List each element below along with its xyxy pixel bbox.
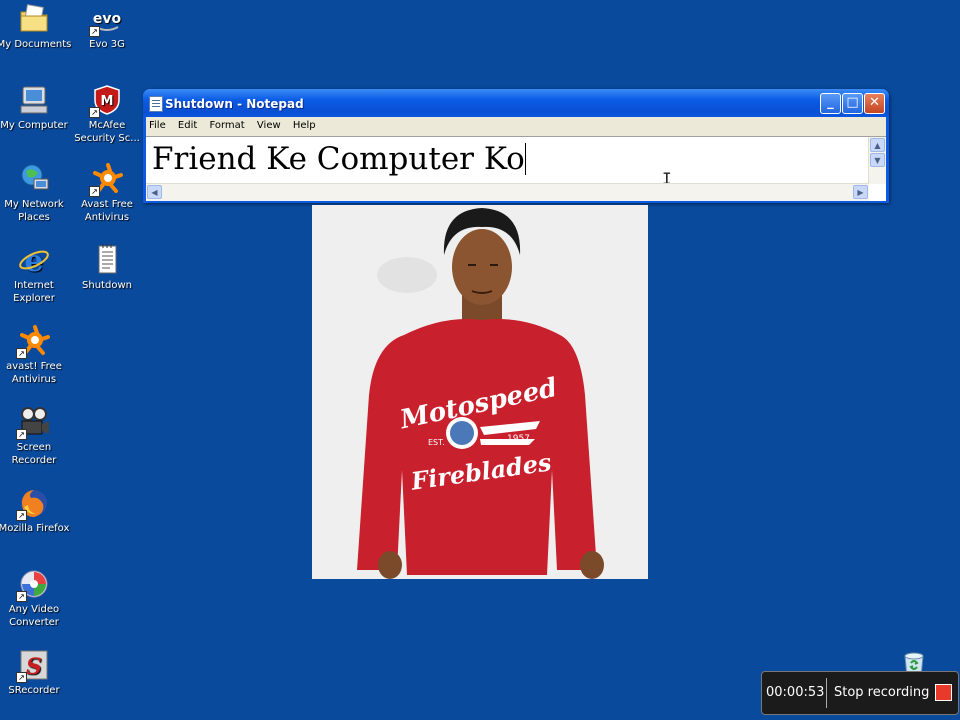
menu-help[interactable]: Help bbox=[290, 117, 322, 131]
desktop-icon-internet-explorer[interactable]: e Internet Explorer bbox=[0, 244, 72, 305]
menu-file[interactable]: File bbox=[146, 117, 172, 131]
internet-explorer-icon: e bbox=[18, 244, 50, 279]
notepad-window[interactable]: Shutdown - Notepad _ □ ✕ File Edit Forma… bbox=[143, 89, 889, 203]
evo-3g-icon: evo ↗ bbox=[89, 3, 123, 37]
srecorder-logo-text: S bbox=[26, 654, 42, 680]
recording-separator bbox=[826, 678, 827, 708]
desktop-icon-avast-free-antivirus[interactable]: ↗ Avast Free Antivirus bbox=[69, 163, 145, 224]
shortcut-arrow-icon: ↗ bbox=[16, 348, 27, 359]
scroll-right-icon[interactable]: ▶ bbox=[853, 185, 868, 199]
shortcut-arrow-icon: ↗ bbox=[89, 26, 100, 37]
scroll-down-icon[interactable]: ▼ bbox=[870, 153, 885, 167]
recording-toolbar: 00:00:53 Stop recording bbox=[761, 671, 959, 715]
shirt-year-text: 1957 bbox=[507, 434, 530, 444]
desktop-icon-shutdown[interactable]: Shutdown bbox=[69, 244, 145, 292]
scroll-left-icon[interactable]: ◀ bbox=[147, 185, 162, 199]
close-button[interactable]: ✕ bbox=[864, 93, 885, 114]
desktop-icon-label: Any Video Converter bbox=[8, 604, 60, 628]
desktop-icon-label: Shutdown bbox=[82, 280, 132, 291]
video-converter-icon: ↗ bbox=[16, 568, 50, 602]
desktop-icon-label: My Documents bbox=[0, 39, 72, 50]
desktop-icon-my-computer[interactable]: My Computer bbox=[0, 84, 72, 132]
desktop-icon-label: Screen Recorder bbox=[11, 442, 57, 466]
desktop-icon-label: My Computer bbox=[0, 120, 68, 131]
menu-edit[interactable]: Edit bbox=[175, 117, 203, 131]
menu-format[interactable]: Format bbox=[206, 117, 250, 131]
desktop-icon-label: Evo 3G bbox=[89, 39, 125, 50]
desktop-icon-my-documents[interactable]: My Documents bbox=[0, 3, 72, 51]
avast-icon: ↗ bbox=[89, 163, 123, 197]
avast-icon: ↗ bbox=[16, 325, 50, 359]
notepad-titlebar[interactable]: Shutdown - Notepad _ □ ✕ bbox=[143, 89, 889, 117]
shirt-est-text: EST. bbox=[428, 438, 445, 447]
my-documents-icon bbox=[18, 3, 50, 35]
mcafee-icon: M ↗ bbox=[89, 84, 123, 118]
desktop-icon-evo-3g[interactable]: evo ↗ Evo 3G bbox=[69, 3, 145, 51]
srecorder-icon: S ↗ bbox=[16, 649, 50, 683]
my-computer-icon bbox=[18, 84, 50, 116]
minimize-button[interactable]: _ bbox=[820, 93, 841, 114]
horizontal-scrollbar[interactable]: ◀ ▶ bbox=[146, 183, 869, 201]
maximize-button[interactable]: □ bbox=[842, 93, 863, 114]
evo-logo-text: evo bbox=[93, 11, 122, 27]
desktop-icon-label: Avast Free Antivirus bbox=[81, 199, 133, 223]
shortcut-arrow-icon: ↗ bbox=[89, 107, 100, 118]
desktop-icon-screen-recorder[interactable]: ↗ Screen Recorder bbox=[0, 406, 72, 467]
desktop-icon-mcafee[interactable]: M ↗ McAfee Security Sc... bbox=[69, 84, 145, 145]
vertical-scrollbar[interactable]: ▲ ▼ bbox=[868, 137, 886, 184]
menu-view[interactable]: View bbox=[254, 117, 287, 131]
desktop-icon-avast-free-antivirus-2[interactable]: ↗ avast! Free Antivirus bbox=[0, 325, 72, 386]
shortcut-arrow-icon: ↗ bbox=[89, 186, 100, 197]
firefox-icon: ↗ bbox=[16, 487, 50, 521]
stop-square-icon[interactable] bbox=[935, 684, 952, 701]
screen-recorder-icon: ↗ bbox=[16, 406, 50, 440]
shortcut-arrow-icon: ↗ bbox=[16, 672, 27, 683]
desktop-icon-label: McAfee Security Sc... bbox=[74, 120, 140, 144]
mcafee-logo-text: M bbox=[101, 94, 114, 109]
scroll-up-icon[interactable]: ▲ bbox=[870, 138, 885, 152]
person-photo: Motospeed EST. 1957 Fireblades bbox=[312, 205, 648, 579]
desktop-icon-label: Internet Explorer bbox=[13, 280, 55, 304]
svg-text:e: e bbox=[24, 244, 43, 276]
recording-timer: 00:00:53 bbox=[766, 685, 825, 700]
desktop-icon-label: My Network Places bbox=[4, 199, 64, 223]
shortcut-arrow-icon: ↗ bbox=[16, 429, 27, 440]
desktop-icon-label: avast! Free Antivirus bbox=[6, 361, 62, 385]
desktop-icon-srecorder[interactable]: S ↗ SRecorder bbox=[0, 649, 72, 697]
notepad-icon bbox=[149, 96, 163, 112]
stop-recording-button[interactable]: Stop recording bbox=[834, 685, 929, 700]
desktop-icon-mozilla-firefox[interactable]: ↗ Mozilla Firefox bbox=[0, 487, 72, 535]
network-places-icon bbox=[18, 163, 50, 195]
editor-content: Friend Ke Computer Ko bbox=[152, 141, 526, 177]
desktop-icon-label: SRecorder bbox=[8, 685, 60, 696]
text-file-icon bbox=[91, 244, 123, 276]
menu-bar: File Edit Format View Help bbox=[146, 117, 886, 136]
text-editor[interactable]: Friend Ke Computer Ko I ▲ ▼ ◀ ▶ bbox=[146, 136, 886, 201]
desktop-icon-any-video-converter[interactable]: ↗ Any Video Converter bbox=[0, 568, 72, 629]
desktop-icon-label: Mozilla Firefox bbox=[0, 523, 70, 534]
shortcut-arrow-icon: ↗ bbox=[16, 510, 27, 521]
editor-text: Friend Ke Computer Ko bbox=[152, 141, 525, 177]
window-title: Shutdown - Notepad bbox=[165, 97, 304, 111]
text-caret bbox=[524, 143, 526, 175]
desktop-icon-my-network-places[interactable]: My Network Places bbox=[0, 163, 72, 224]
shortcut-arrow-icon: ↗ bbox=[16, 591, 27, 602]
